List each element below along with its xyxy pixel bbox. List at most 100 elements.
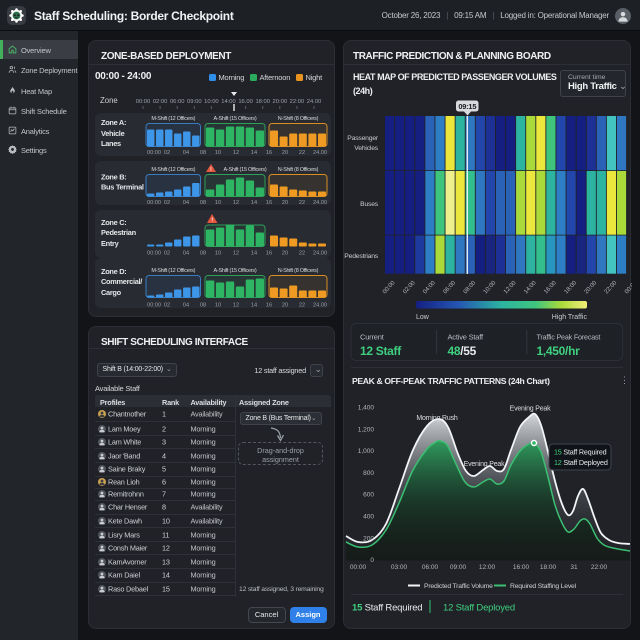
svg-text:800: 800 bbox=[363, 470, 374, 477]
svg-text:10:00: 10:00 bbox=[483, 280, 498, 296]
svg-text:09:00: 09:00 bbox=[450, 564, 467, 571]
svg-text:Evening Peak: Evening Peak bbox=[510, 406, 551, 413]
svg-text:00:00: 00:00 bbox=[147, 250, 161, 256]
svg-text:12: 12 bbox=[233, 200, 239, 206]
svg-text:400: 400 bbox=[363, 514, 374, 521]
svg-text:High Traffic: High Traffic bbox=[552, 314, 588, 321]
svg-text:Required Staffing Level: Required Staffing Level bbox=[510, 583, 577, 590]
svg-text:24.00: 24.00 bbox=[313, 250, 327, 256]
svg-text:M-Shift (12 Officers): M-Shift (12 Officers) bbox=[151, 268, 195, 274]
svg-text:00:00: 00:00 bbox=[147, 150, 161, 156]
svg-text:08: 08 bbox=[200, 150, 206, 156]
svg-text:Evening Peak: Evening Peak bbox=[464, 461, 505, 468]
svg-text:Traffic Peak Forecast: Traffic Peak Forecast bbox=[537, 333, 601, 342]
svg-text:04:00: 04:00 bbox=[422, 280, 437, 296]
svg-text:09:00: 09:00 bbox=[187, 99, 202, 105]
svg-text:22:00: 22:00 bbox=[591, 564, 608, 571]
svg-text:Vehicles: Vehicles bbox=[354, 145, 379, 152]
svg-text:20: 20 bbox=[282, 200, 288, 206]
svg-text:PEAK & OFF-PEAK TRAFFIC PATTER: PEAK & OFF-PEAK TRAFFIC PATTERNS (24h Ch… bbox=[352, 376, 550, 386]
svg-text:A-Shift (15 Officers): A-Shift (15 Officers) bbox=[224, 167, 267, 173]
svg-text:1,400: 1,400 bbox=[358, 405, 375, 412]
svg-text:02: 02 bbox=[164, 303, 170, 308]
svg-text:14: 14 bbox=[251, 200, 257, 206]
svg-text:10: 10 bbox=[215, 200, 221, 206]
svg-text:09:15: 09:15 bbox=[458, 102, 476, 111]
svg-text:00:00: 00:00 bbox=[147, 303, 161, 308]
svg-text:22: 22 bbox=[299, 250, 305, 256]
svg-text:31: 31 bbox=[570, 564, 578, 571]
svg-text:Passenger: Passenger bbox=[347, 135, 379, 142]
svg-text:A-Shift (15 Officers): A-Shift (15 Officers) bbox=[214, 116, 257, 122]
svg-text:16: 16 bbox=[266, 200, 272, 206]
svg-text:16.00: 16.00 bbox=[238, 99, 253, 105]
svg-text:22: 22 bbox=[299, 150, 305, 156]
svg-text:02:00: 02:00 bbox=[402, 280, 417, 296]
svg-text:08: 08 bbox=[200, 250, 206, 256]
svg-text:04: 04 bbox=[183, 303, 189, 308]
svg-text:1,200: 1,200 bbox=[358, 426, 375, 433]
svg-text:12 Staff: 12 Staff bbox=[360, 344, 402, 358]
svg-text:1,000: 1,000 bbox=[358, 448, 375, 455]
svg-text:03:00: 03:00 bbox=[391, 564, 408, 571]
svg-text:A-Shift (15 Officers): A-Shift (15 Officers) bbox=[214, 268, 257, 274]
svg-text:14:00: 14:00 bbox=[523, 280, 538, 296]
svg-text:N-Shift (8 Officers): N-Shift (8 Officers) bbox=[278, 116, 319, 122]
svg-text:22: 22 bbox=[299, 200, 305, 206]
svg-text:14: 14 bbox=[251, 150, 257, 156]
svg-text:20:00: 20:00 bbox=[584, 280, 599, 296]
svg-text:M-Shift (12 Officers): M-Shift (12 Officers) bbox=[151, 116, 195, 122]
svg-text:16: 16 bbox=[266, 150, 272, 156]
svg-text:15 Staff Required: 15 Staff Required bbox=[352, 603, 422, 614]
svg-text:0: 0 bbox=[370, 557, 374, 564]
svg-text:22: 22 bbox=[299, 303, 305, 308]
svg-text:14: 14 bbox=[251, 303, 257, 308]
svg-text:02: 02 bbox=[164, 250, 170, 256]
svg-text:N-Shift (8 Officers): N-Shift (8 Officers) bbox=[278, 268, 319, 274]
svg-text:12:00: 12:00 bbox=[479, 564, 496, 571]
svg-text:Predicted Traffic Volume: Predicted Traffic Volume bbox=[424, 583, 493, 590]
svg-text:00:00: 00:00 bbox=[382, 280, 397, 296]
svg-text:16:00: 16:00 bbox=[543, 280, 558, 296]
svg-text:24.00: 24.00 bbox=[313, 150, 327, 156]
svg-text:200: 200 bbox=[363, 535, 374, 542]
svg-text:02: 02 bbox=[164, 150, 170, 156]
svg-text:20: 20 bbox=[282, 303, 288, 308]
svg-text:⋮: ⋮ bbox=[620, 375, 629, 385]
svg-text:Buses: Buses bbox=[360, 201, 379, 208]
svg-text:1,450/hr: 1,450/hr bbox=[537, 344, 581, 358]
svg-text:02:00: 02:00 bbox=[153, 99, 168, 105]
svg-text:Active Staff: Active Staff bbox=[448, 333, 485, 342]
svg-text:Pedestrians: Pedestrians bbox=[344, 253, 378, 260]
svg-text:20: 20 bbox=[282, 250, 288, 256]
svg-text:10: 10 bbox=[215, 150, 221, 156]
svg-text:12 Staff Deployed: 12 Staff Deployed bbox=[443, 603, 515, 614]
svg-text:02: 02 bbox=[164, 200, 170, 206]
svg-text:Current: Current bbox=[360, 333, 385, 342]
svg-text:N-Shift (8 Officers): N-Shift (8 Officers) bbox=[278, 167, 319, 173]
svg-text:M-Shift (12 Officers): M-Shift (12 Officers) bbox=[151, 167, 195, 173]
svg-text:Low: Low bbox=[416, 314, 430, 321]
svg-text:00:00: 00:00 bbox=[350, 564, 367, 571]
svg-text:10: 10 bbox=[215, 250, 221, 256]
svg-text:48/55: 48/55 bbox=[448, 344, 477, 358]
svg-text:16:00: 16:00 bbox=[513, 564, 530, 571]
svg-text:00:00: 00:00 bbox=[624, 280, 632, 296]
svg-text:04: 04 bbox=[183, 150, 189, 156]
svg-text:18:00: 18:00 bbox=[564, 280, 579, 296]
svg-text:12: 12 bbox=[233, 303, 239, 308]
svg-text:16: 16 bbox=[266, 250, 272, 256]
svg-text:12: 12 bbox=[233, 150, 239, 156]
svg-text:Morning Rush: Morning Rush bbox=[416, 415, 457, 422]
svg-text:06:00: 06:00 bbox=[422, 564, 439, 571]
svg-text:16: 16 bbox=[266, 303, 272, 308]
svg-text:24.00: 24.00 bbox=[307, 99, 322, 105]
svg-text:04: 04 bbox=[183, 200, 189, 206]
svg-text:12: 12 bbox=[233, 250, 239, 256]
svg-text:04: 04 bbox=[183, 250, 189, 256]
svg-text:08:00: 08:00 bbox=[463, 280, 478, 296]
svg-text:10: 10 bbox=[215, 303, 221, 308]
svg-text:24.00: 24.00 bbox=[313, 200, 327, 206]
svg-text:24.00: 24.00 bbox=[313, 303, 327, 308]
svg-text:00:00: 00:00 bbox=[147, 200, 161, 206]
